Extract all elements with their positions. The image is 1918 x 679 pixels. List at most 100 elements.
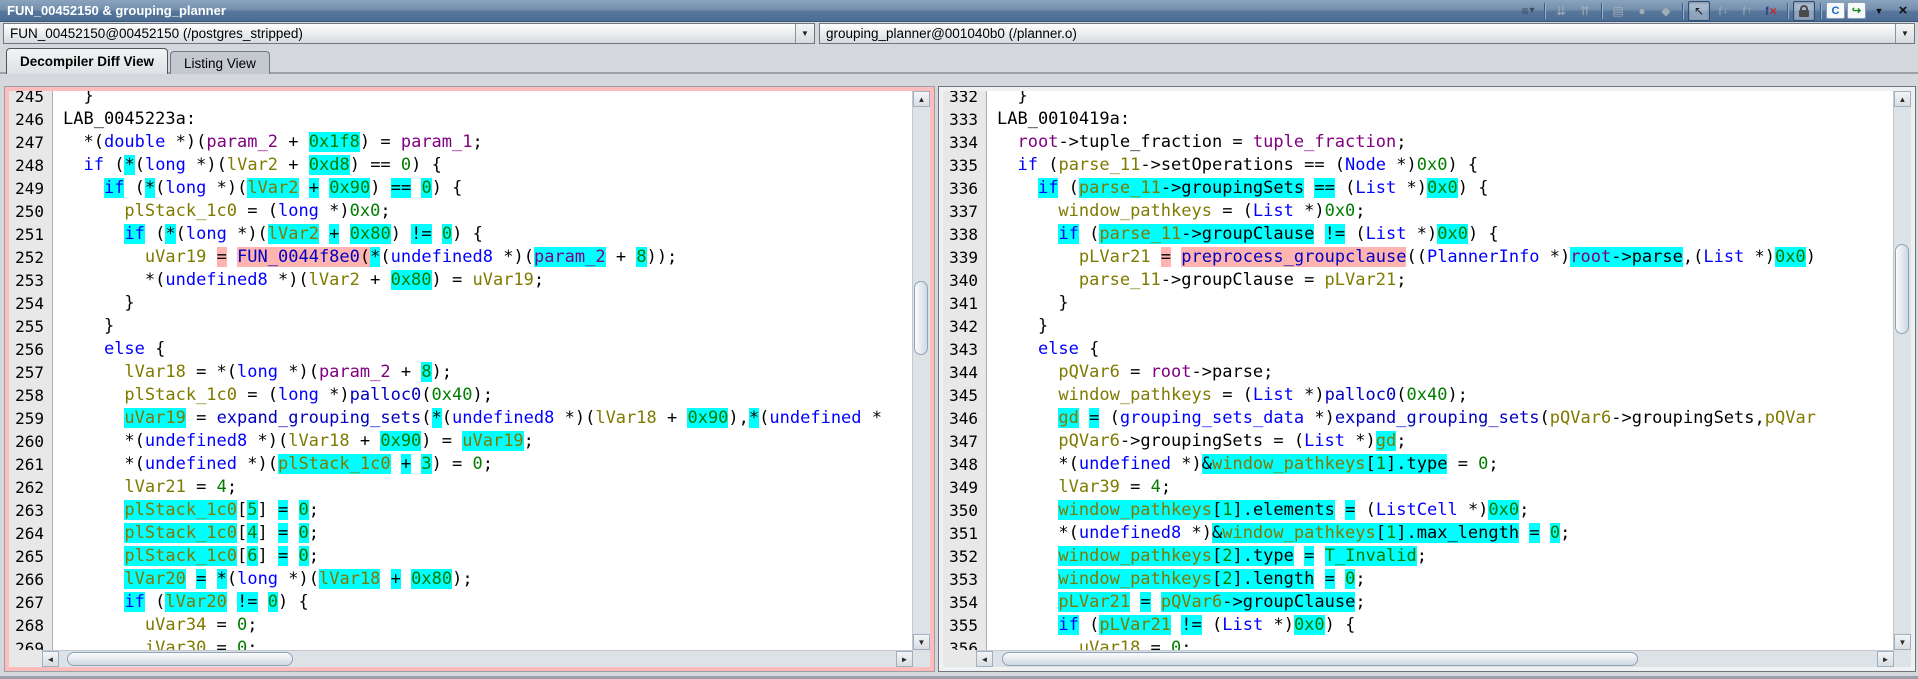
code-line[interactable]: pLVar21 = preprocess_groupclause((Planne…: [997, 246, 1893, 269]
left-function-selector[interactable]: FUN_00452150@00452150 (/postgres_strippe…: [3, 23, 815, 44]
tab-listing-view[interactable]: Listing View: [170, 51, 270, 74]
export-icon[interactable]: ↪: [1847, 2, 1866, 19]
decompiler-panel-right[interactable]: 3323333343353363373383393403413423433443…: [938, 86, 1916, 672]
vertical-scrollbar[interactable]: [912, 91, 930, 650]
scroll-right-icon[interactable]: [1877, 651, 1894, 667]
code-line[interactable]: parse_11->groupClause = pLVar21;: [997, 269, 1893, 292]
c-source-icon[interactable]: C: [1826, 2, 1845, 19]
code-line[interactable]: }: [63, 315, 912, 338]
window-title: FUN_00452150 & grouping_planner: [0, 3, 1517, 18]
code-line[interactable]: if (parse_11->groupingSets == (List *)0x…: [997, 177, 1893, 200]
code-line[interactable]: uVar34 = 0;: [63, 614, 912, 637]
horizontal-scrollbar[interactable]: [976, 650, 1894, 667]
code-line[interactable]: uVar19 = FUN_0044f8e0(*(undefined8 *)(pa…: [63, 246, 912, 269]
code-line[interactable]: }: [997, 91, 1893, 108]
lock-icon[interactable]: [1793, 1, 1815, 21]
code-line[interactable]: *(undefined *)&window_pathkeys[1].type =…: [997, 453, 1893, 476]
decompiler-panel-left[interactable]: 2452462472482492502512522532542552562572…: [4, 86, 935, 672]
code-line[interactable]: *(undefined8 *)(lVar2 + 0x80) = uVar19;: [63, 269, 912, 292]
code-line[interactable]: if (parse_11->groupClause != (List *)0x0…: [997, 223, 1893, 246]
line-number: 257: [9, 361, 52, 384]
scrollbar-thumb[interactable]: [1002, 652, 1638, 666]
code-line[interactable]: *(undefined8 *)&window_pathkeys[1].max_l…: [997, 522, 1893, 545]
code-line[interactable]: LAB_0045223a:: [63, 108, 912, 131]
line-number: 356: [943, 637, 986, 650]
code-line[interactable]: LAB_0010419a:: [997, 108, 1893, 131]
code-line[interactable]: pQVar6->groupingSets = (List *)gd;: [997, 430, 1893, 453]
code-line[interactable]: uVar19 = expand_grouping_sets(*(undefine…: [63, 407, 912, 430]
snapshot-menu-icon[interactable]: ≡▾: [1517, 1, 1539, 21]
chevron-down-icon[interactable]: ▼: [795, 24, 814, 43]
code-line[interactable]: if (*(long *)(lVar2 + 0x80) != 0) {: [63, 223, 912, 246]
code-line[interactable]: window_pathkeys[1].elements = (ListCell …: [997, 499, 1893, 522]
code-line[interactable]: }: [63, 91, 912, 108]
scroll-left-icon[interactable]: [42, 651, 59, 667]
code-line[interactable]: else {: [63, 338, 912, 361]
line-number: 344: [943, 361, 986, 384]
code-line[interactable]: if (*(long *)(lVar2 + 0xd8) == 0) {: [63, 154, 912, 177]
code-line[interactable]: gd = (grouping_sets_data *)expand_groupi…: [997, 407, 1893, 430]
code-line[interactable]: if (*(long *)(lVar2 + 0x90) == 0) {: [63, 177, 912, 200]
code-line[interactable]: if (lVar20 != 0) {: [63, 591, 912, 614]
scrollbar-thumb[interactable]: [914, 281, 928, 355]
graph-circle-icon: ●: [1631, 1, 1653, 21]
line-number: 349: [943, 476, 986, 499]
scroll-up-icon[interactable]: [913, 91, 930, 107]
code-line[interactable]: if (pLVar21 != (List *)0x0) {: [997, 614, 1893, 637]
line-number: 333: [943, 108, 986, 131]
code-line[interactable]: pLVar21 = pQVar6->groupClause;: [997, 591, 1893, 614]
line-number: 252: [9, 246, 52, 269]
code-line[interactable]: pQVar6 = root->parse;: [997, 361, 1893, 384]
code-line[interactable]: }: [997, 315, 1893, 338]
scrollbar-thumb[interactable]: [67, 652, 293, 666]
code-line[interactable]: lVar39 = 4;: [997, 476, 1893, 499]
code-line[interactable]: plStack_1c0[4] = 0;: [63, 522, 912, 545]
code-line[interactable]: window_pathkeys[2].length = 0;: [997, 568, 1893, 591]
chevron-down-icon[interactable]: ▼: [1895, 24, 1914, 43]
scroll-right-icon[interactable]: [896, 651, 913, 667]
code-line[interactable]: lVar21 = 4;: [63, 476, 912, 499]
code-line[interactable]: plStack_1c0 = (long *)0x0;: [63, 200, 912, 223]
previous-function-icon: f↑: [1736, 1, 1758, 21]
code-view-right[interactable]: }LAB_0010419a: root->tuple_fraction = tu…: [987, 91, 1893, 650]
code-line[interactable]: else {: [997, 338, 1893, 361]
scroll-down-icon[interactable]: [913, 634, 930, 650]
code-line[interactable]: *(double *)(param_2 + 0x1f8) = param_1;: [63, 131, 912, 154]
code-line[interactable]: window_pathkeys = (List *)0x0;: [997, 200, 1893, 223]
code-line[interactable]: plStack_1c0[5] = 0;: [63, 499, 912, 522]
line-number: 339: [943, 246, 986, 269]
code-line[interactable]: window_pathkeys = (List *)palloc0(0x40);: [997, 384, 1893, 407]
code-line[interactable]: plStack_1c0[6] = 0;: [63, 545, 912, 568]
binary-listing-icon: ▤: [1607, 1, 1629, 21]
line-number: 342: [943, 315, 986, 338]
code-line[interactable]: root->tuple_fraction = tuple_fraction;: [997, 131, 1893, 154]
code-line[interactable]: *(undefined8 *)(lVar18 + 0x90) = uVar19;: [63, 430, 912, 453]
code-line[interactable]: iVar30 = 0;: [63, 637, 912, 650]
code-line[interactable]: }: [997, 292, 1893, 315]
tab-decompiler-diff-view[interactable]: Decompiler Diff View: [6, 48, 168, 74]
line-number: 264: [9, 522, 52, 545]
code-line[interactable]: if (parse_11->setOperations == (Node *)0…: [997, 154, 1893, 177]
code-line[interactable]: }: [63, 292, 912, 315]
code-view-left[interactable]: }LAB_0045223a: *(double *)(param_2 + 0x1…: [53, 91, 912, 650]
scroll-down-icon[interactable]: [1894, 634, 1911, 650]
code-line[interactable]: window_pathkeys[2].type = T_Invalid;: [997, 545, 1893, 568]
scrollbar-thumb[interactable]: [1895, 244, 1909, 334]
remove-function-icon[interactable]: f×: [1760, 1, 1782, 21]
close-icon[interactable]: ×: [1892, 1, 1914, 21]
right-function-selector[interactable]: grouping_planner@001040b0 (/planner.o) ▼: [819, 23, 1915, 44]
code-line[interactable]: *(undefined *)(plStack_1c0 + 3) = 0;: [63, 453, 912, 476]
code-line[interactable]: lVar18 = *(long *)(param_2 + 8);: [63, 361, 912, 384]
panel-menu-arrow-icon[interactable]: ▼: [1868, 1, 1890, 21]
line-number: 336: [943, 177, 986, 200]
vertical-scrollbar[interactable]: [1893, 91, 1911, 650]
line-number: 255: [9, 315, 52, 338]
line-number: 262: [9, 476, 52, 499]
code-line[interactable]: lVar20 = *(long *)(lVar18 + 0x80);: [63, 568, 912, 591]
cursor-tool-icon[interactable]: ↖: [1688, 1, 1710, 21]
code-line[interactable]: plStack_1c0 = (long *)palloc0(0x40);: [63, 384, 912, 407]
scroll-left-icon[interactable]: [976, 651, 993, 667]
horizontal-scrollbar[interactable]: [42, 650, 913, 667]
scroll-up-icon[interactable]: [1894, 91, 1911, 107]
code-line[interactable]: uVar18 = 0;: [997, 637, 1893, 650]
